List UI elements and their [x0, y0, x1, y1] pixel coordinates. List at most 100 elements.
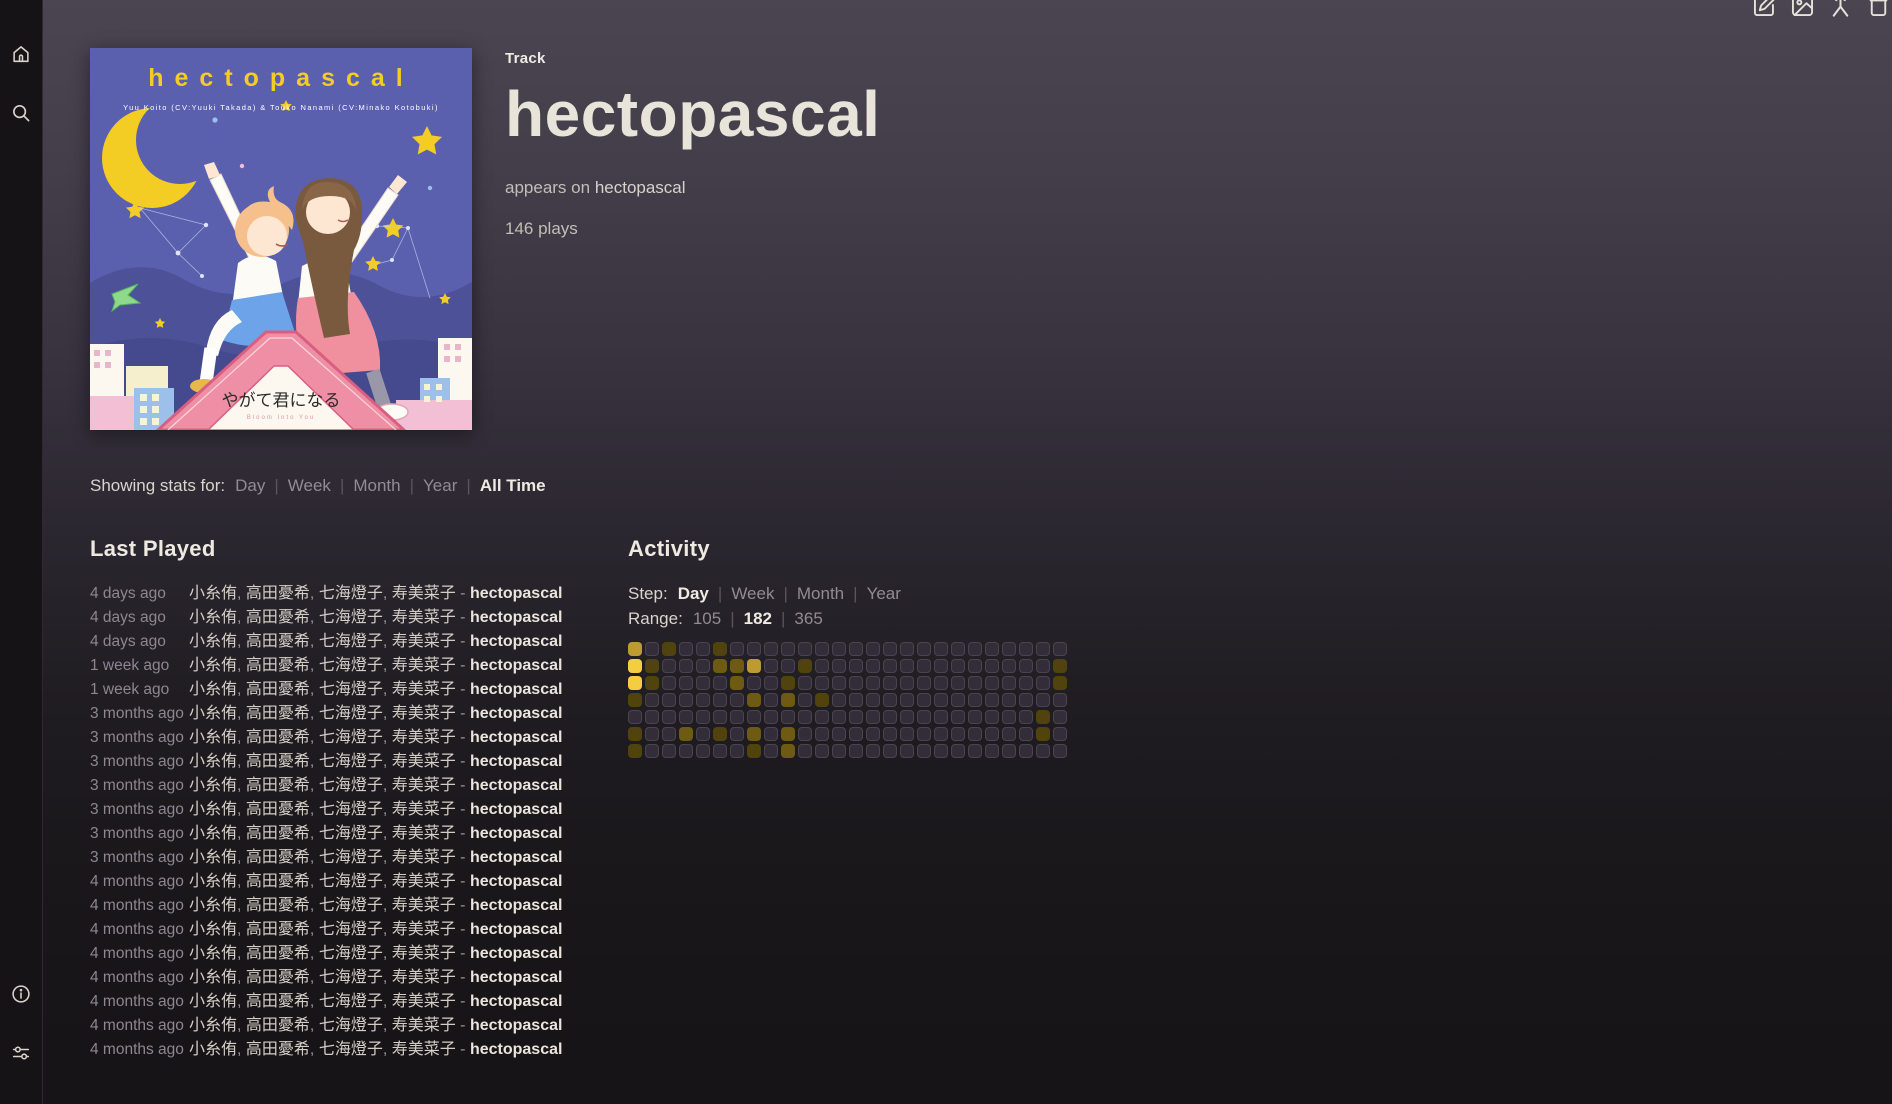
heatmap-cell-level-2[interactable] — [747, 727, 761, 741]
artist-link[interactable]: 高田憂希 — [246, 873, 310, 890]
artist-link[interactable]: 寿美菜子 — [392, 585, 456, 602]
step-option-month[interactable]: Month — [797, 584, 844, 603]
artist-link[interactable]: 七海燈子 — [319, 1041, 383, 1058]
track-link[interactable]: hectopascal — [470, 945, 562, 962]
artist-link[interactable]: 小糸侑 — [189, 825, 237, 842]
artist-link[interactable]: 小糸侑 — [189, 657, 237, 674]
heatmap-cell-level-1[interactable] — [645, 676, 659, 690]
heatmap-cell-level-1[interactable] — [628, 727, 642, 741]
artist-link[interactable]: 小糸侑 — [189, 945, 237, 962]
heatmap-cell-level-1[interactable] — [1053, 659, 1067, 673]
heatmap-cell-level-2[interactable] — [781, 744, 795, 758]
artist-link[interactable]: 七海燈子 — [319, 585, 383, 602]
change-image-icon[interactable] — [1789, 0, 1816, 19]
track-link[interactable]: hectopascal — [470, 1017, 562, 1034]
range-option-365[interactable]: 365 — [794, 609, 822, 628]
track-link[interactable]: hectopascal — [470, 921, 562, 938]
artist-link[interactable]: 高田憂希 — [246, 777, 310, 794]
heatmap-cell-level-1[interactable] — [1053, 676, 1067, 690]
artist-link[interactable]: 七海燈子 — [319, 825, 383, 842]
artist-link[interactable]: 七海燈子 — [319, 1017, 383, 1034]
heatmap-cell-level-1[interactable] — [747, 744, 761, 758]
artist-link[interactable]: 高田憂希 — [246, 681, 310, 698]
artist-link[interactable]: 高田憂希 — [246, 1017, 310, 1034]
artist-link[interactable]: 高田憂希 — [246, 897, 310, 914]
stats-option-week[interactable]: Week — [288, 476, 331, 495]
artist-link[interactable]: 小糸侑 — [189, 681, 237, 698]
merge-icon[interactable] — [1827, 0, 1854, 19]
track-link[interactable]: hectopascal — [470, 633, 562, 650]
artist-link[interactable]: 高田憂希 — [246, 849, 310, 866]
artist-link[interactable]: 寿美菜子 — [392, 897, 456, 914]
artist-link[interactable]: 小糸侑 — [189, 729, 237, 746]
artist-link[interactable]: 高田憂希 — [246, 657, 310, 674]
artist-link[interactable]: 高田憂希 — [246, 921, 310, 938]
artist-link[interactable]: 小糸侑 — [189, 873, 237, 890]
artist-link[interactable]: 小糸侑 — [189, 609, 237, 626]
artist-link[interactable]: 寿美菜子 — [392, 657, 456, 674]
artist-link[interactable]: 七海燈子 — [319, 705, 383, 722]
heatmap-cell-level-3[interactable] — [747, 659, 761, 673]
artist-link[interactable]: 小糸侑 — [189, 921, 237, 938]
artist-link[interactable]: 寿美菜子 — [392, 777, 456, 794]
track-link[interactable]: hectopascal — [470, 969, 562, 986]
track-link[interactable]: hectopascal — [470, 657, 562, 674]
heatmap-cell-level-1[interactable] — [1036, 727, 1050, 741]
artist-link[interactable]: 小糸侑 — [189, 969, 237, 986]
artist-link[interactable]: 寿美菜子 — [392, 825, 456, 842]
album-link[interactable]: hectopascal — [595, 178, 686, 197]
track-link[interactable]: hectopascal — [470, 777, 562, 794]
track-link[interactable]: hectopascal — [470, 897, 562, 914]
step-option-day[interactable]: Day — [678, 584, 709, 603]
artist-link[interactable]: 高田憂希 — [246, 729, 310, 746]
track-link[interactable]: hectopascal — [470, 801, 562, 818]
stats-option-year[interactable]: Year — [423, 476, 457, 495]
heatmap-cell-level-1[interactable] — [798, 659, 812, 673]
heatmap-cell-level-2[interactable] — [679, 727, 693, 741]
artist-link[interactable]: 寿美菜子 — [392, 1041, 456, 1058]
heatmap-cell-level-1[interactable] — [713, 642, 727, 656]
artist-link[interactable]: 高田憂希 — [246, 705, 310, 722]
artist-link[interactable]: 七海燈子 — [319, 945, 383, 962]
heatmap-cell-level-4[interactable] — [628, 676, 642, 690]
track-link[interactable]: hectopascal — [470, 849, 562, 866]
heatmap-cell-level-2[interactable] — [713, 659, 727, 673]
artist-link[interactable]: 七海燈子 — [319, 657, 383, 674]
artist-link[interactable]: 高田憂希 — [246, 969, 310, 986]
heatmap-cell-level-2[interactable] — [730, 659, 744, 673]
heatmap-cell-level-1[interactable] — [645, 659, 659, 673]
artist-link[interactable]: 寿美菜子 — [392, 753, 456, 770]
artist-link[interactable]: 高田憂希 — [246, 801, 310, 818]
artist-link[interactable]: 寿美菜子 — [392, 609, 456, 626]
artist-link[interactable]: 寿美菜子 — [392, 849, 456, 866]
artist-link[interactable]: 小糸侑 — [189, 849, 237, 866]
step-option-week[interactable]: Week — [731, 584, 774, 603]
track-link[interactable]: hectopascal — [470, 729, 562, 746]
artist-link[interactable]: 小糸侑 — [189, 801, 237, 818]
search-icon[interactable] — [10, 102, 32, 124]
artist-link[interactable]: 寿美菜子 — [392, 921, 456, 938]
delete-icon[interactable] — [1865, 0, 1892, 19]
artist-link[interactable]: 小糸侑 — [189, 897, 237, 914]
heatmap-cell-level-1[interactable] — [815, 693, 829, 707]
stats-option-all-time[interactable]: All Time — [480, 476, 546, 495]
heatmap-cell-level-2[interactable] — [730, 676, 744, 690]
artist-link[interactable]: 寿美菜子 — [392, 801, 456, 818]
heatmap-cell-level-2[interactable] — [781, 727, 795, 741]
heatmap-cell-level-3[interactable] — [628, 642, 642, 656]
track-link[interactable]: hectopascal — [470, 825, 562, 842]
artist-link[interactable]: 七海燈子 — [319, 849, 383, 866]
heatmap-cell-level-1[interactable] — [662, 642, 676, 656]
info-icon[interactable] — [10, 983, 32, 1005]
artist-link[interactable]: 高田憂希 — [246, 825, 310, 842]
artist-link[interactable]: 小糸侑 — [189, 585, 237, 602]
artist-link[interactable]: 七海燈子 — [319, 777, 383, 794]
track-link[interactable]: hectopascal — [470, 681, 562, 698]
settings-icon[interactable] — [10, 1042, 32, 1064]
artist-link[interactable]: 七海燈子 — [319, 897, 383, 914]
home-icon[interactable] — [10, 43, 32, 65]
track-link[interactable]: hectopascal — [470, 873, 562, 890]
heatmap-cell-level-1[interactable] — [781, 676, 795, 690]
range-option-182[interactable]: 182 — [744, 609, 772, 628]
artist-link[interactable]: 寿美菜子 — [392, 1017, 456, 1034]
